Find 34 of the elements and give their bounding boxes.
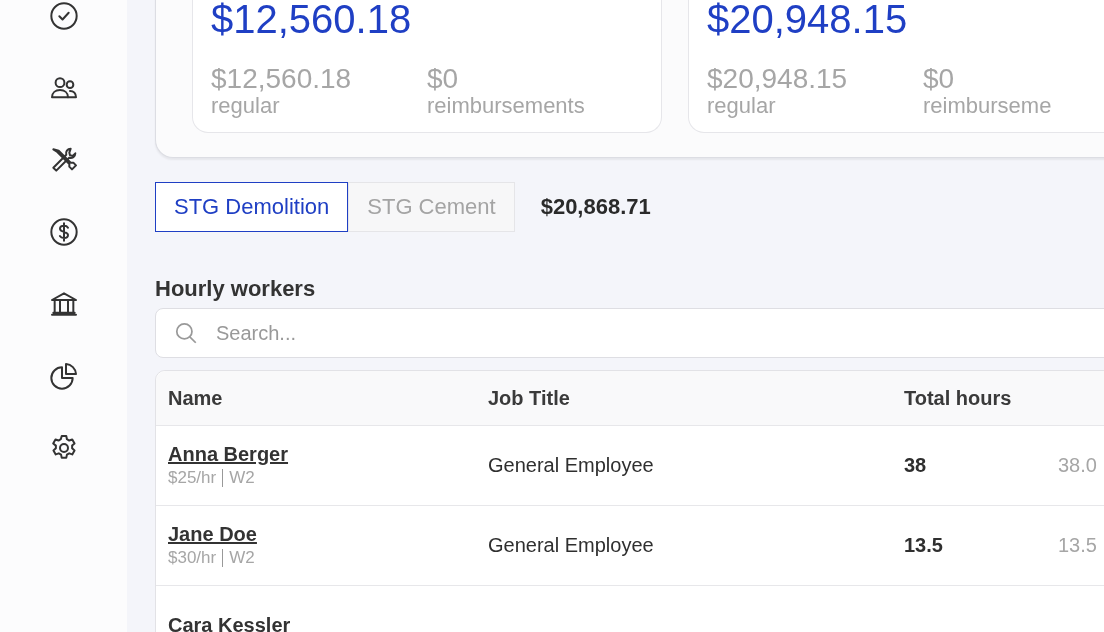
total-amount: $20,948.15: [707, 0, 909, 42]
pie-chart-icon[interactable]: [47, 360, 80, 392]
search-field[interactable]: Search...: [155, 308, 1104, 358]
table-cell: 13.5: [1058, 534, 1097, 557]
breakdown-label: reimburseme: [923, 94, 1053, 118]
breakdown-amount: $20,948.15: [707, 64, 849, 94]
pay-rate: $25/hr: [168, 468, 217, 488]
pay-rate: $30/hr: [168, 548, 217, 568]
worker-name-link[interactable]: Jane Doe: [168, 523, 488, 546]
table-cell-text: 38: [904, 454, 928, 477]
check-circle-icon[interactable]: [47, 0, 80, 32]
table-cell: 38.0: [1058, 454, 1097, 477]
breakdown-label: regular: [707, 94, 777, 118]
breakdown-amount: $0: [923, 64, 956, 94]
column-header: Total hours: [904, 386, 1012, 410]
total-amount: $12,560.18: [211, 0, 413, 42]
worker-name-link[interactable]: Anna Berger: [168, 443, 488, 466]
breakdown-label: regular: [211, 94, 281, 118]
column-header: Name: [168, 386, 224, 410]
breakdown-amount: $0: [427, 64, 460, 94]
table-cell-text: General Employee: [488, 454, 655, 477]
breakdown-amount: $12,560.18: [211, 64, 353, 94]
table-cell-text: General Employee: [488, 534, 655, 557]
section-title: Hourly workers: [155, 276, 317, 302]
company-tab[interactable]: STG Demolition: [155, 182, 349, 232]
company-total: $20,868.71: [540, 194, 651, 220]
worker-name-link[interactable]: Cara Kessler: [168, 614, 488, 632]
worker-type: W2: [229, 548, 255, 568]
dollar-icon[interactable]: [47, 216, 80, 248]
column-header: Job Title: [488, 386, 571, 410]
worker-type: W2: [229, 468, 255, 488]
table-cell-text: 13.5: [904, 534, 944, 557]
breakdown-label: reimbursements: [427, 94, 586, 118]
search-icon: [173, 320, 199, 346]
